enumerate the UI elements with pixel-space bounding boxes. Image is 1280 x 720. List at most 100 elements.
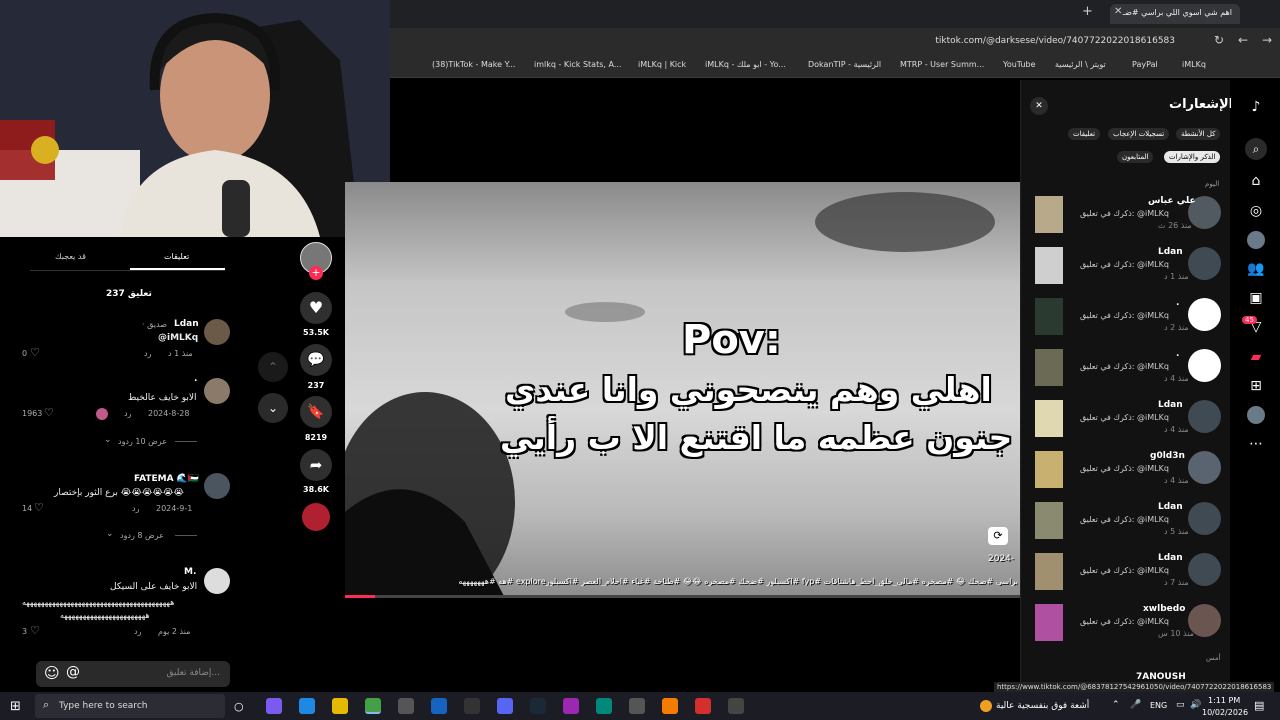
volume-icon[interactable]: 🔊 xyxy=(1190,700,1201,710)
comment-author[interactable]: . xyxy=(194,374,197,384)
avatar[interactable] xyxy=(1188,400,1221,433)
url-text[interactable]: tiktok.com/@darksese/video/7407722022018… xyxy=(935,36,1175,46)
avatar[interactable] xyxy=(1188,502,1221,535)
avatar[interactable] xyxy=(1188,451,1221,484)
edge-icon[interactable] xyxy=(299,698,315,714)
heart-outline-icon[interactable]: ♡ xyxy=(34,501,44,514)
bookmark-item[interactable]: (38)TikTok - Make Y... xyxy=(432,60,515,69)
video-player[interactable]: Pov: اهلي وهم ينصحوني وانا عندي جنون عظم… xyxy=(345,182,1020,598)
forward-icon[interactable]: → xyxy=(1262,33,1272,47)
share-icon[interactable]: ➦ xyxy=(300,449,332,481)
progress-track[interactable] xyxy=(345,595,1020,598)
bookmark-item[interactable]: iMLKq | Kick xyxy=(638,60,686,69)
back-icon[interactable]: ← xyxy=(1238,33,1248,47)
mention-icon[interactable]: @ xyxy=(66,664,80,680)
emoji-icon[interactable]: ☺ xyxy=(44,664,60,682)
view-replies[interactable]: عرض 8 ردود xyxy=(120,531,164,540)
avatar[interactable] xyxy=(204,473,230,499)
clock-date[interactable]: 10/02/2026 xyxy=(1202,708,1248,717)
reply-button[interactable]: رد xyxy=(124,409,131,418)
discord-icon[interactable] xyxy=(497,698,513,714)
next-video-icon[interactable]: ⌄ xyxy=(258,393,288,423)
close-tab-icon[interactable]: ✕ xyxy=(1114,6,1122,17)
video-thumbnail[interactable] xyxy=(1035,553,1063,590)
video-thumbnail[interactable] xyxy=(1035,502,1063,539)
comment-author[interactable]: FATEMA 🌊🇵🇸 xyxy=(134,474,199,484)
filter-mentions[interactable]: الذكر والإشارات xyxy=(1164,151,1221,163)
file-explorer-icon[interactable] xyxy=(332,698,348,714)
comment-author[interactable]: M. xyxy=(184,567,196,577)
tab-comments[interactable]: تعليقات xyxy=(164,252,189,261)
filter-comments[interactable]: تعليقات xyxy=(1068,128,1101,140)
app-icon[interactable] xyxy=(563,698,579,714)
task-view-icon[interactable]: ○ xyxy=(234,700,244,713)
avatar[interactable] xyxy=(204,319,230,345)
app-icon[interactable] xyxy=(629,698,645,714)
home-icon[interactable]: ⌂ xyxy=(1247,172,1265,190)
steam-icon[interactable] xyxy=(530,698,546,714)
clock-time[interactable]: 1:11 PM xyxy=(1208,696,1240,705)
reload-icon[interactable]: ↻ xyxy=(1214,33,1224,47)
filter-followers[interactable]: المتابعون xyxy=(1117,151,1154,163)
tab-you-may-like[interactable]: قد يعجبك xyxy=(55,252,86,261)
app-icon[interactable] xyxy=(596,698,612,714)
avatar[interactable] xyxy=(204,378,230,404)
bookmark-item[interactable]: iMLKq - ابو ملك - Yo... xyxy=(705,60,786,69)
filter-all-activity[interactable]: كل الأنشطة xyxy=(1176,128,1221,140)
bookmark-item[interactable]: YouTube xyxy=(1003,60,1036,69)
mail-icon[interactable] xyxy=(431,698,447,714)
video-thumbnail[interactable] xyxy=(1035,400,1063,437)
new-tab-button[interactable]: + xyxy=(1082,4,1093,19)
video-thumbnail[interactable] xyxy=(1035,451,1063,488)
app-icon[interactable] xyxy=(695,698,711,714)
live-icon[interactable]: ▣ xyxy=(1247,289,1265,307)
close-icon[interactable]: ✕ xyxy=(1030,97,1048,115)
browser-tab-active[interactable]: اهم شي اسوي اللي براسي #ضـ ✕ xyxy=(1110,4,1240,24)
app-icon[interactable] xyxy=(728,698,744,714)
reply-button[interactable]: رد xyxy=(132,504,139,513)
notification-center-icon[interactable]: ▤ xyxy=(1254,699,1264,712)
profile-avatar-icon[interactable] xyxy=(1247,406,1265,424)
video-caption[interactable]: براسي #ضحك 😂 #مصخره #مالي_خلق_احط_هاشتاق… xyxy=(390,577,1018,586)
tiktok-logo-icon[interactable]: ♪ xyxy=(1247,98,1265,116)
friends-icon[interactable]: 👥 xyxy=(1247,260,1265,278)
avatar[interactable] xyxy=(204,568,230,594)
language-indicator[interactable]: ENG xyxy=(1150,701,1167,710)
heart-outline-icon[interactable]: ♡ xyxy=(30,346,40,359)
bookmark-item[interactable]: تويتر \ الرئيسية xyxy=(1055,60,1106,69)
reply-button[interactable]: رد xyxy=(134,627,141,636)
search-icon[interactable]: ⌕ xyxy=(1245,138,1267,160)
bookmark-item[interactable]: iMLKq xyxy=(1182,60,1206,69)
following-avatar-icon[interactable] xyxy=(1247,231,1265,249)
comment-icon[interactable]: 💬 xyxy=(300,344,332,376)
app-icon[interactable] xyxy=(662,698,678,714)
app-icon[interactable] xyxy=(266,698,282,714)
messages-icon[interactable]: ▰ xyxy=(1247,348,1265,366)
explore-icon[interactable]: ◎ xyxy=(1247,202,1265,220)
video-thumbnail[interactable] xyxy=(1035,196,1063,233)
weather-text[interactable]: أشعة فوق بنفسجية عالية xyxy=(996,701,1089,711)
avatar[interactable] xyxy=(1188,349,1221,382)
network-icon[interactable]: ▭ xyxy=(1176,700,1185,710)
heart-outline-icon[interactable]: ♡ xyxy=(30,624,40,637)
microphone-icon[interactable]: 🎤 xyxy=(1130,700,1141,710)
bookmark-item[interactable]: PayPal xyxy=(1132,60,1158,69)
bookmark-item[interactable]: MTRP - User Summ... xyxy=(900,60,984,69)
filter-likes[interactable]: تسجيلات الإعجاب xyxy=(1108,128,1170,140)
video-thumbnail[interactable] xyxy=(1035,349,1063,386)
bookmark-item[interactable]: imlkq - Kick Stats, A... xyxy=(534,60,621,69)
comment-author[interactable]: Ldan xyxy=(174,319,199,329)
bookmark-icon[interactable]: 🔖 xyxy=(300,396,332,428)
weather-icon[interactable] xyxy=(980,700,992,712)
taskbar-search[interactable]: ⌕ Type here to search xyxy=(35,694,225,718)
like-icon[interactable]: ♥ xyxy=(300,292,332,324)
reply-button[interactable]: رد xyxy=(144,349,151,358)
heart-outline-icon[interactable]: ♡ xyxy=(44,406,54,419)
upload-icon[interactable]: ⊞ xyxy=(1247,377,1265,395)
repeat-icon[interactable]: ⟳ xyxy=(988,527,1008,545)
video-thumbnail[interactable] xyxy=(1035,298,1063,335)
tray-chevron-icon[interactable]: ⌃ xyxy=(1112,700,1120,710)
avatar[interactable] xyxy=(1188,553,1221,586)
app-icon[interactable] xyxy=(464,698,480,714)
windows-start-icon[interactable]: ⊞ xyxy=(10,699,21,714)
